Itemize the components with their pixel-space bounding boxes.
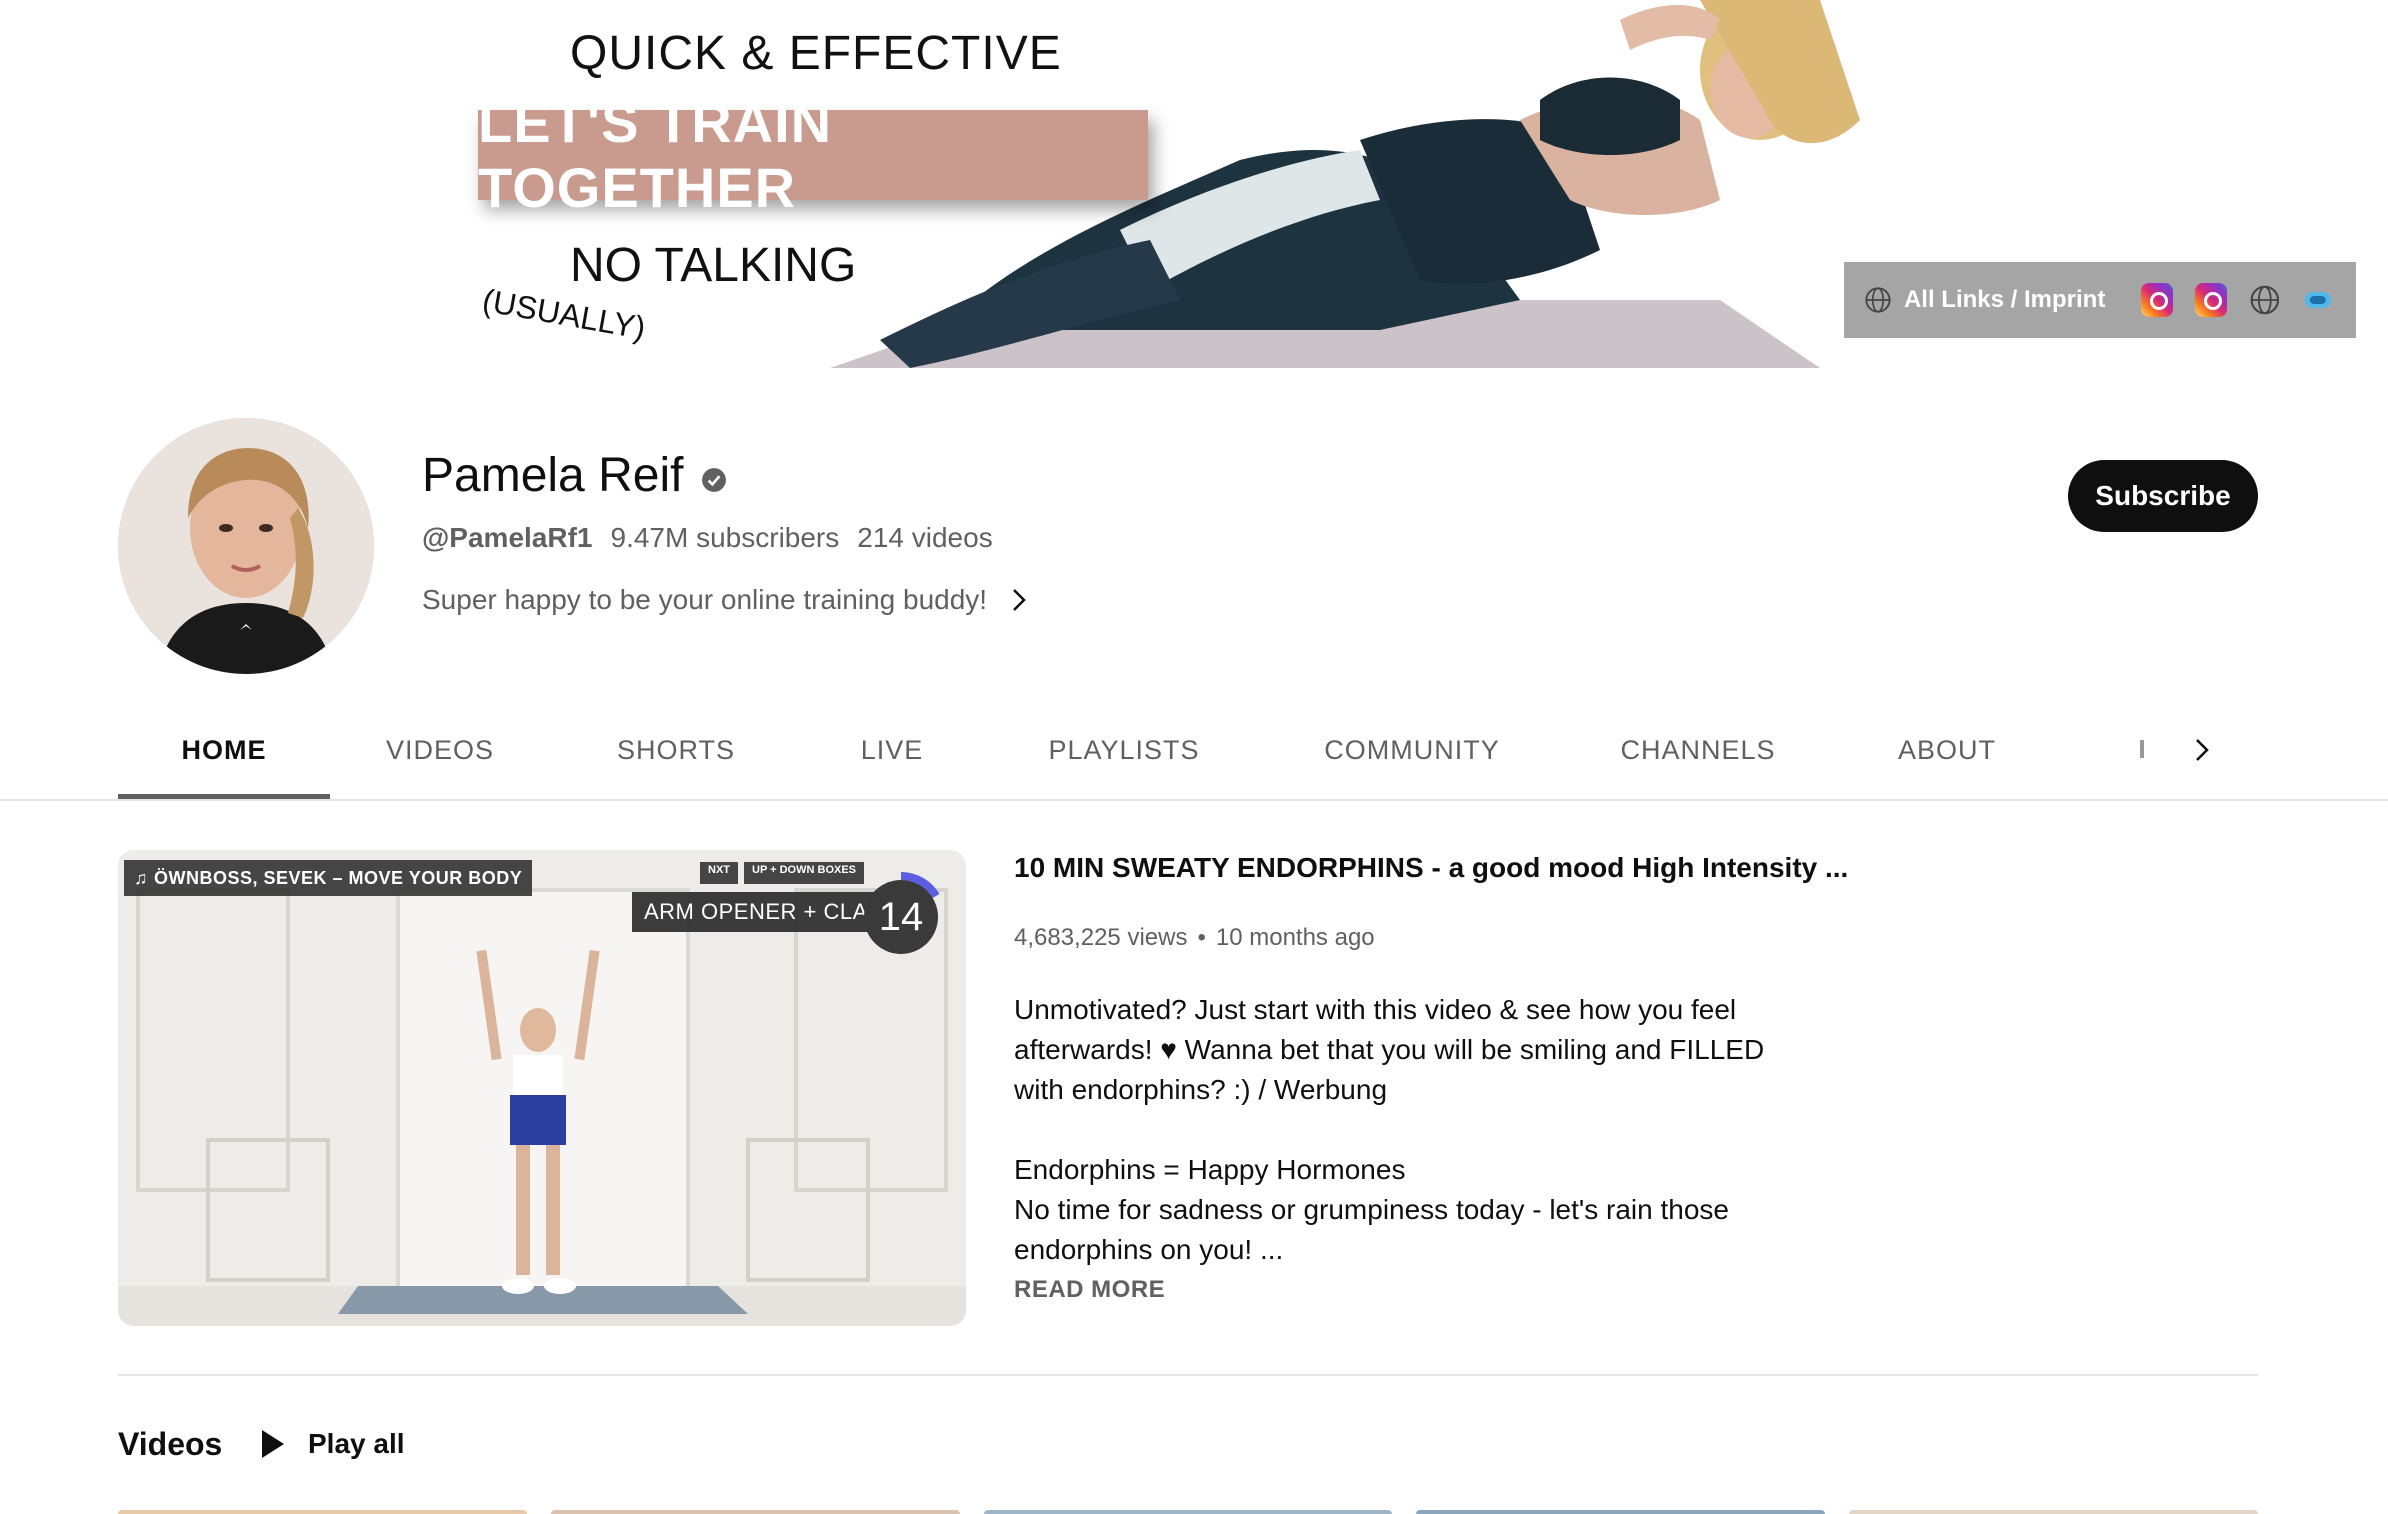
video-thumbnail[interactable]: [550, 1510, 960, 1514]
channel-title: Pamela Reif: [422, 448, 727, 503]
banner-subline: NO TALKING: [570, 239, 857, 292]
banner-tagline: QUICK & EFFECTIVE: [570, 27, 1062, 80]
thumbnail-next-label: NXT UP + DOWN BOXES: [700, 862, 865, 884]
instagram-icon[interactable]: [2141, 283, 2173, 317]
play-all-button[interactable]: Play all: [260, 1424, 405, 1464]
tab-playlists[interactable]: PLAYLISTS: [982, 700, 1266, 800]
description-paragraph: Unmotivated? Just start with this video …: [1014, 994, 1765, 1105]
description-line: No time for sadness or grumpiness today …: [1014, 1194, 1729, 1265]
subscriber-count: 9.47M subscribers: [610, 522, 840, 553]
banner-links-bar: All Links / Imprint: [1844, 262, 2356, 338]
verified-icon: [702, 467, 727, 492]
shelf-thumbnails-row: [118, 1510, 2258, 1514]
thumbnail-next-tag: NXT: [700, 862, 738, 884]
tab-videos[interactable]: VIDEOS: [330, 700, 550, 800]
view-count: 4,683,225 views: [1014, 924, 1188, 951]
meta-separator: •: [1197, 924, 1206, 951]
shelf-title: Videos: [118, 1426, 223, 1462]
tab-live[interactable]: LIVE: [802, 700, 982, 800]
chevron-right-icon: [1013, 589, 1026, 611]
upload-age: 10 months ago: [1215, 924, 1375, 951]
tab-channels[interactable]: CHANNELS: [1558, 700, 1838, 800]
channel-description-text: Super happy to be your online training b…: [422, 584, 988, 615]
thumbnail-counter: 14: [864, 880, 938, 954]
globe-icon[interactable]: [2249, 283, 2281, 317]
tab-search-partial[interactable]: [2140, 740, 2144, 758]
description-line: Endorphins = Happy Hormones: [1014, 1154, 1406, 1185]
featured-video-description: Unmotivated? Just start with this video …: [1014, 990, 1794, 1270]
featured-video-thumbnail[interactable]: ♫ ÖWNBOSS, SEVEK – MOVE YOUR BODY NXT UP…: [118, 850, 966, 1326]
channel-banner: QUICK & EFFECTIVE LET'S TRAIN TOGETHER N…: [0, 0, 2388, 368]
all-links-link[interactable]: All Links / Imprint: [1904, 286, 2105, 314]
read-more-button[interactable]: READ MORE: [1014, 1276, 1165, 1304]
banner-headline: LET'S TRAIN TOGETHER: [478, 91, 1148, 219]
video-thumbnail[interactable]: [983, 1510, 1393, 1514]
play-icon: [262, 1430, 284, 1458]
thumbnail-next-move: UP + DOWN BOXES: [744, 862, 865, 884]
music-note-icon: ♫: [134, 867, 148, 888]
link-icon[interactable]: [2302, 283, 2334, 317]
video-count: 214 videos: [857, 522, 993, 553]
channel-name: Pamela Reif: [422, 449, 684, 502]
featured-video-title[interactable]: 10 MIN SWEATY ENDORPHINS - a good mood H…: [1014, 852, 1864, 884]
tab-home[interactable]: HOME: [118, 700, 330, 800]
thumbnail-music-text: ÖWNBOSS, SEVEK – MOVE YOUR BODY: [154, 867, 523, 888]
thumbnail-music-label: ♫ ÖWNBOSS, SEVEK – MOVE YOUR BODY: [124, 860, 533, 896]
video-thumbnail[interactable]: [1849, 1510, 2258, 1514]
tabs-next-button[interactable]: [2182, 730, 2222, 770]
featured-video-meta: 4,683,225 views • 10 months ago: [1014, 924, 1375, 952]
video-thumbnail[interactable]: [1416, 1510, 1826, 1514]
video-thumbnail[interactable]: [118, 1510, 527, 1514]
play-all-label: Play all: [308, 1428, 405, 1459]
tabs-divider: [0, 799, 2388, 801]
channel-tabs: HOME VIDEOS SHORTS LIVE PLAYLISTS COMMUN…: [118, 700, 2056, 800]
section-divider: [118, 1374, 2258, 1376]
instagram-icon[interactable]: [2194, 283, 2227, 317]
channel-handle: @PamelaRf1: [422, 522, 593, 553]
subscribe-button[interactable]: Subscribe: [2068, 460, 2258, 532]
tab-about[interactable]: ABOUT: [1838, 700, 2056, 800]
globe-icon[interactable]: [1864, 285, 1892, 315]
tab-community[interactable]: COMMUNITY: [1266, 700, 1558, 800]
channel-avatar[interactable]: [118, 418, 374, 674]
tab-shorts[interactable]: SHORTS: [550, 700, 802, 800]
description-paragraph: Endorphins = Happy Hormones No time for …: [1014, 1150, 1794, 1270]
channel-meta: @PamelaRf1 9.47M subscribers 214 videos: [422, 522, 993, 554]
chevron-right-icon: [2196, 739, 2209, 761]
channel-description[interactable]: Super happy to be your online training b…: [422, 584, 1029, 616]
